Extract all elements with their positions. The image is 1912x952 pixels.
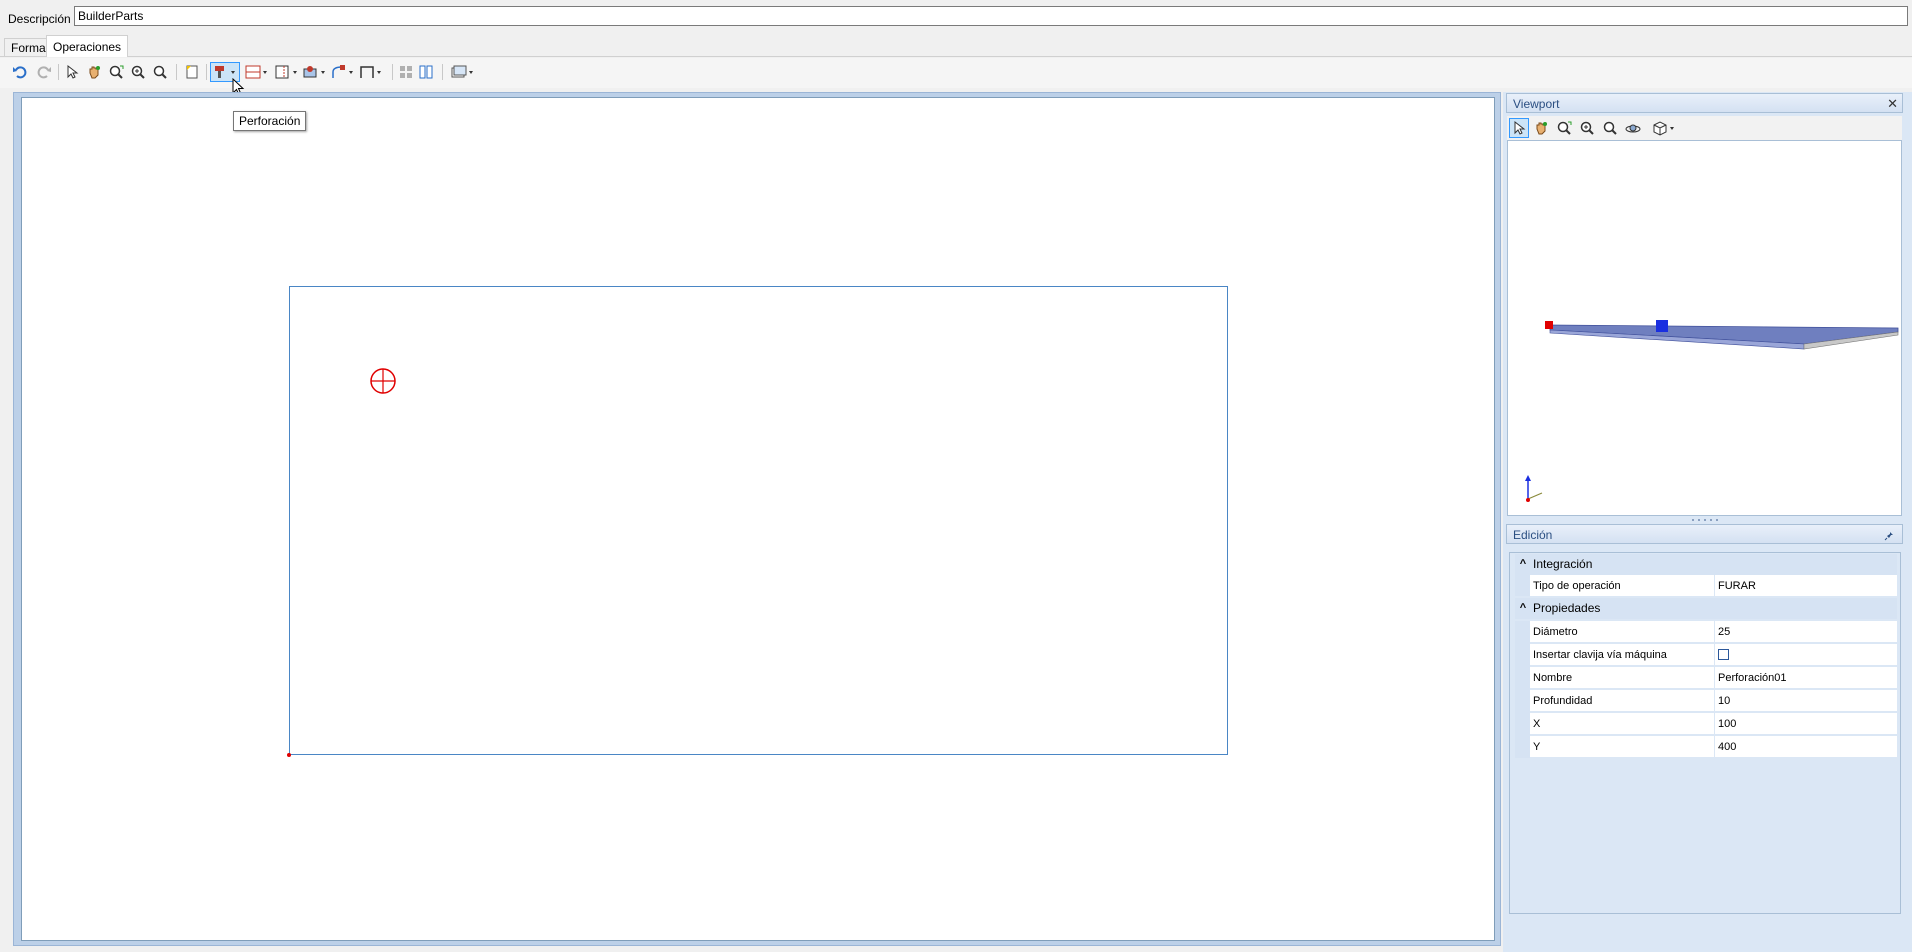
orbit-icon[interactable] [1623,118,1643,138]
tab-operaciones[interactable]: Operaciones [46,35,129,57]
zoom-window-icon[interactable] [150,62,170,82]
property-row-diametro[interactable]: Diámetro 25 [1530,621,1897,643]
new-document-icon[interactable] [182,62,202,82]
property-row-tipo-operacion[interactable]: Tipo de operación FURAR [1530,575,1897,597]
undo-icon[interactable] [10,62,30,82]
property-value[interactable]: 10 [1714,690,1898,711]
property-value[interactable]: 400 [1714,736,1898,757]
property-value-cell [1714,644,1898,665]
property-value[interactable]: 25 [1714,621,1898,642]
zoom-extents-icon[interactable] [1554,118,1574,138]
panel-cut-icon[interactable] [242,62,272,82]
pocket-icon[interactable] [300,62,330,82]
origin-marker [287,753,291,757]
viewport-panel-header: Viewport ✕ [1506,93,1903,113]
property-value[interactable]: Perforación01 [1714,667,1898,688]
axis-triad-icon [1525,475,1543,502]
part-outline[interactable] [289,286,1228,755]
3d-part-preview [1525,320,1899,502]
tab-strip: Forma Operaciones [0,34,1912,57]
zoom-in-icon[interactable] [1577,118,1597,138]
3d-viewport[interactable] [1507,140,1902,516]
zoom-in-icon[interactable] [128,62,148,82]
zoom-window-icon[interactable] [1600,118,1620,138]
redo-icon[interactable] [34,62,54,82]
mirror-icon[interactable] [416,62,436,82]
zoom-extents-icon[interactable] [106,62,126,82]
groove-icon[interactable] [272,62,302,82]
row-gutter [1515,621,1530,758]
property-value[interactable]: FURAR [1714,575,1898,596]
grid-array-icon[interactable] [396,62,416,82]
pan-hand-icon[interactable] [84,62,104,82]
row-gutter [1515,575,1530,596]
insertar-clavija-checkbox[interactable] [1718,649,1729,660]
description-input[interactable] [74,6,1908,26]
select-arrow-icon[interactable] [1509,118,1529,138]
viewport-title: Viewport [1513,97,1560,111]
edicion-panel-header: Edición [1506,524,1903,544]
collapse-chevron-icon[interactable]: ^ [1517,598,1529,619]
pin-icon[interactable] [1884,527,1896,547]
operations-toolbar [0,58,1912,88]
contour-icon[interactable] [328,62,358,82]
description-label: Descripción [8,12,71,26]
property-row-nombre[interactable]: Nombre Perforación01 [1530,667,1897,689]
category-propiedades[interactable]: ^ Propiedades [1515,598,1897,619]
panel-splitter[interactable] [1690,518,1720,522]
property-value[interactable]: 100 [1714,713,1898,734]
view-options-icon[interactable] [448,62,478,82]
close-icon[interactable]: ✕ [1887,94,1898,114]
tooltip: Perforación [233,111,307,131]
edicion-title: Edición [1513,528,1553,542]
pan-hand-icon[interactable] [1531,118,1551,138]
collapse-chevron-icon[interactable]: ^ [1517,554,1529,575]
view-cube-icon[interactable] [1649,118,1679,138]
property-row-y[interactable]: Y 400 [1530,736,1897,758]
property-row-profundidad[interactable]: Profundidad 10 [1530,690,1897,712]
viewport-toolbar [1507,116,1902,140]
property-row-x[interactable]: X 100 [1530,713,1897,735]
drill-hole-marker[interactable] [370,368,396,394]
select-arrow-icon[interactable] [62,62,82,82]
frame-icon[interactable] [356,62,386,82]
property-row-insertar-clavija[interactable]: Insertar clavija vía máquina [1530,644,1897,666]
category-integracion[interactable]: ^ Integración [1515,554,1897,575]
